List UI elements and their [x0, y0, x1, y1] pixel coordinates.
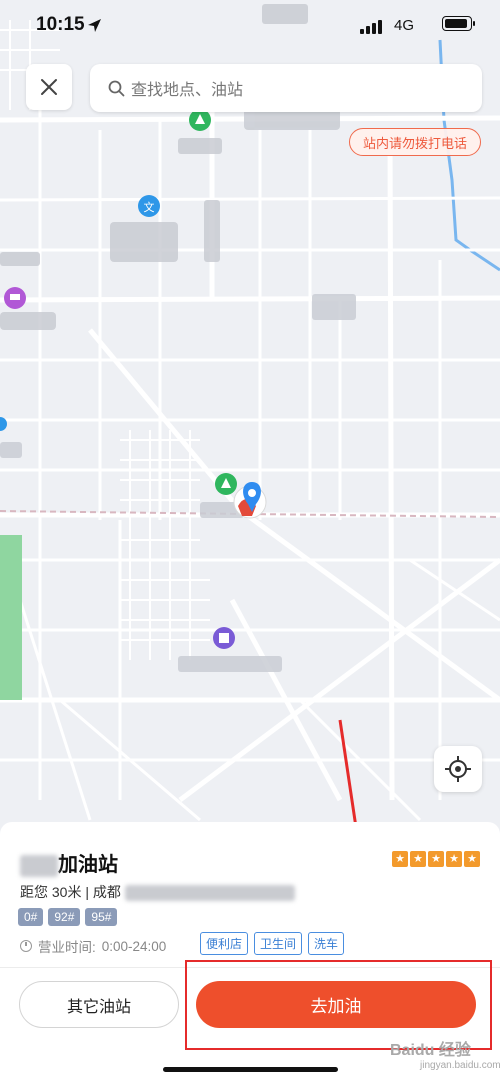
star-icon: ★ [446, 851, 462, 867]
business-hours: 营业时间: 0:00-24:00 [20, 936, 166, 956]
crosshair-icon [445, 756, 471, 782]
status-time: 10:15 [36, 14, 85, 35]
svg-text:文: 文 [144, 200, 155, 214]
station-name: 加油站 [58, 854, 118, 876]
distance-text: 距您 30米 | 成都 [20, 884, 121, 900]
no-phone-notice: 站内请勿拨打电话 [349, 128, 481, 156]
location-arrow-icon [88, 19, 101, 32]
fuel-tag: 92# [48, 908, 81, 926]
hours-value: 0:00-24:00 [101, 938, 167, 954]
clock-icon [20, 940, 32, 952]
redacted-address [124, 885, 295, 902]
battery-icon [442, 16, 475, 31]
fuel-tag: 95# [85, 908, 118, 926]
locate-button[interactable] [434, 746, 482, 792]
redacted-name-prefix [20, 854, 58, 877]
close-icon [41, 79, 57, 95]
watermark-url: jingyan.baidu.com [420, 1060, 500, 1071]
search-placeholder: 查找地点、油站 [131, 82, 244, 99]
close-button[interactable] [26, 64, 72, 110]
star-icon: ★ [392, 851, 408, 867]
fuel-types: 0# 92# 95# [18, 908, 118, 926]
facility-tag: 便利店 [200, 932, 249, 955]
other-stations-button[interactable]: 其它油站 [19, 981, 179, 1028]
station-title[interactable]: 加油站 [20, 848, 118, 877]
facility-tag: 洗车 [308, 932, 345, 955]
station-rating: ★ ★ ★ ★ ★ [392, 851, 480, 867]
home-indicator[interactable] [163, 1067, 338, 1072]
star-icon: ★ [464, 851, 480, 867]
search-icon [108, 80, 125, 96]
network-type: 4G [393, 17, 414, 34]
station-distance: 距您 30米 | 成都 [20, 882, 295, 902]
hours-label: 营业时间: [38, 940, 96, 955]
facility-tag: 卫生间 [254, 932, 303, 955]
fuel-tag: 0# [18, 908, 44, 926]
watermark: Baidu 经验 [390, 1042, 471, 1059]
star-icon: ★ [410, 851, 426, 867]
star-icon: ★ [428, 851, 444, 867]
facility-tags: 便利店 卫生间 洗车 [200, 932, 345, 955]
signal-icon [360, 18, 382, 34]
status-bar: 10:15 4G [0, 0, 500, 54]
search-input[interactable]: 查找地点、油站 [90, 64, 482, 112]
